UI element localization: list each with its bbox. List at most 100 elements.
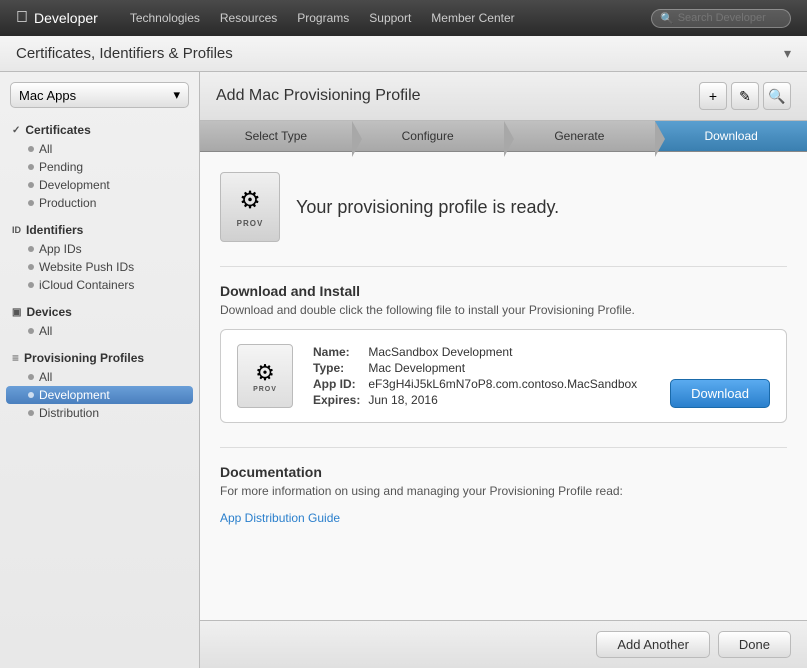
wizard-step-select-type-label: Select Type [245,129,307,143]
dot-icon [28,146,34,152]
type-value: Mac Development [364,360,641,376]
icloud-containers-label: iCloud Containers [39,278,134,292]
documentation-desc: For more information on using and managi… [220,484,787,498]
app-distribution-guide-link[interactable]: App Distribution Guide [220,511,340,525]
devices-all-label: All [39,324,52,338]
sidebar-section-identifiers: ID Identifiers App IDs Website Push IDs … [0,220,199,294]
profile-type-row: Type: Mac Development [309,360,641,376]
sidebar-item-devices-all[interactable]: All [0,322,199,340]
search-box[interactable]: 🔍 [651,9,791,28]
certs-development-label: Development [39,178,110,192]
search-icon: 🔍 [660,12,674,25]
profile-name-row: Name: MacSandbox Development [309,344,641,360]
mac-apps-label: Mac Apps [19,88,76,103]
dot-icon [28,374,34,380]
sidebar-item-certs-development[interactable]: Development [0,176,199,194]
magnify-icon: 🔍 [768,88,785,105]
nav-technologies[interactable]: Technologies [130,11,200,25]
profile-info: Name: MacSandbox Development Type: Mac D… [309,344,654,408]
devices-header[interactable]: ▣ Devices [0,302,199,322]
search-button[interactable]: 🔍 [763,82,791,110]
ready-message: Your provisioning profile is ready. [296,197,559,218]
profile-prov-label: PROV [253,386,277,393]
divider-1 [220,266,787,267]
certificates-header[interactable]: ✓ Certificates [0,120,199,140]
certs-all-label: All [39,142,52,156]
sub-header-title: Certificates, Identifiers & Profiles [16,45,233,62]
wizard-step-configure[interactable]: Configure [352,121,504,151]
mac-apps-dropdown[interactable]: Mac Apps ▾ [10,82,189,108]
add-button[interactable]: + [699,82,727,110]
download-install-section: Download and Install Download and double… [220,283,787,423]
app-id-value: eF3gH4iJ5kL6mN7oP8.com.contoso.MacSandbo… [364,376,641,392]
dot-icon [28,164,34,170]
content-header: Add Mac Provisioning Profile + ✎ 🔍 [200,72,807,121]
nav-programs[interactable]: Programs [297,11,349,25]
devices-icon: ▣ [12,307,21,318]
sub-header: Certificates, Identifiers & Profiles ▾ [0,36,807,72]
main-layout: Mac Apps ▾ ✓ Certificates All Pending De… [0,72,807,668]
name-label: Name: [309,344,364,360]
wizard-step-download[interactable]: Download [655,121,807,151]
prov-all-label: All [39,370,52,384]
dot-icon [28,410,34,416]
wizard-step-configure-label: Configure [402,129,454,143]
plus-icon: + [709,88,717,104]
devices-label: Devices [26,305,71,319]
divider-2 [220,447,787,448]
profile-gear-icon: ⚙ [255,360,275,386]
nav-resources[interactable]: Resources [220,11,277,25]
edit-button[interactable]: ✎ [731,82,759,110]
sidebar-item-prov-development[interactable]: Development [6,386,193,404]
sidebar-section-provisioning: ≡ Provisioning Profiles All Development … [0,348,199,422]
nav-member-center[interactable]: Member Center [431,11,514,25]
sidebar: Mac Apps ▾ ✓ Certificates All Pending De… [0,72,200,668]
profile-card-prov-icon: ⚙ PROV [237,344,293,408]
dot-icon [28,392,34,398]
provisioning-header[interactable]: ≡ Provisioning Profiles [0,348,199,368]
expires-label: Expires: [309,392,364,408]
content-body: ⚙ PROV Your provisioning profile is read… [200,152,807,620]
dot-icon [28,282,34,288]
add-another-button[interactable]: Add Another [596,631,710,658]
certificates-label: Certificates [25,123,90,137]
certificates-icon: ✓ [12,125,20,136]
certs-pending-label: Pending [39,160,83,174]
brand-label: Developer [34,10,98,26]
content-area: Add Mac Provisioning Profile + ✎ 🔍 Selec… [200,72,807,668]
header-buttons: + ✎ 🔍 [699,82,791,110]
type-label: Type: [309,360,364,376]
provisioning-icon: ≡ [12,351,19,365]
prov-distribution-label: Distribution [39,406,99,420]
wizard-step-generate[interactable]: Generate [504,121,656,151]
provisioning-label: Provisioning Profiles [24,351,144,365]
sidebar-item-certs-all[interactable]: All [0,140,199,158]
sidebar-item-certs-pending[interactable]: Pending [0,158,199,176]
apple-icon:  [16,9,28,27]
ready-banner: ⚙ PROV Your provisioning profile is read… [220,172,787,242]
sidebar-item-icloud-containers[interactable]: iCloud Containers [0,276,199,294]
nav-support[interactable]: Support [369,11,411,25]
wizard-step-select-type[interactable]: Select Type [200,121,352,151]
sidebar-item-certs-production[interactable]: Production [0,194,199,212]
download-install-title: Download and Install [220,283,787,299]
profile-download-button[interactable]: Download [670,379,770,408]
identifiers-header[interactable]: ID Identifiers [0,220,199,240]
dot-icon [28,264,34,270]
search-input[interactable] [678,12,788,24]
sidebar-item-app-ids[interactable]: App IDs [0,240,199,258]
sidebar-section-devices: ▣ Devices All [0,302,199,340]
sidebar-item-website-push-ids[interactable]: Website Push IDs [0,258,199,276]
top-nav:  Developer Technologies Resources Progr… [0,0,807,36]
prov-ready-icon: ⚙ PROV [220,172,280,242]
sub-header-dropdown-arrow[interactable]: ▾ [784,45,791,62]
edit-icon: ✎ [739,88,751,105]
sidebar-item-prov-all[interactable]: All [0,368,199,386]
wizard-step-download-label: Download [704,129,757,143]
done-button[interactable]: Done [718,631,791,658]
dot-icon [28,200,34,206]
sidebar-item-prov-distribution[interactable]: Distribution [0,404,199,422]
gear-icon: ⚙ [239,186,261,215]
prov-development-label: Development [39,388,110,402]
dot-icon [28,182,34,188]
